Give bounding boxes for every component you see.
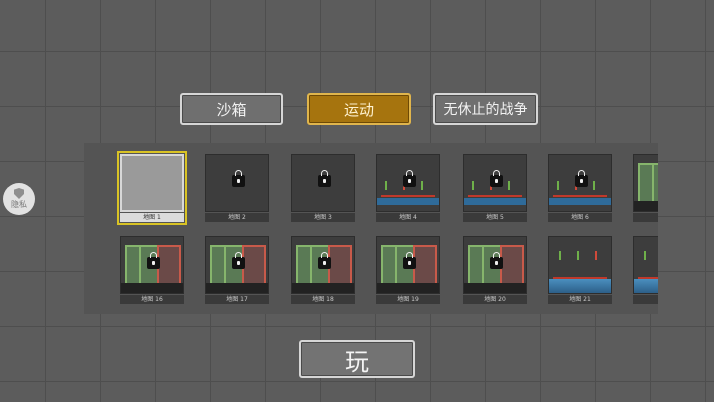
marker-post <box>559 251 561 260</box>
ground <box>121 283 183 293</box>
lock-icon <box>318 170 331 187</box>
level-label: 地图 18 <box>291 295 355 304</box>
ground <box>464 283 526 293</box>
level-tile[interactable]: 地图 1 <box>117 151 187 225</box>
ground <box>206 283 268 293</box>
level-tile[interactable]: 地图 5 <box>461 152 529 224</box>
level-thumbnail <box>376 154 440 212</box>
level-tile[interactable]: 地图 21 <box>546 234 614 306</box>
level-label: 地图 20 <box>463 295 527 304</box>
ground <box>634 201 658 211</box>
level-label: 地图 4 <box>376 213 440 222</box>
level-label <box>633 295 658 304</box>
level-tile[interactable]: 地图 19 <box>374 234 442 306</box>
level-thumbnail <box>205 236 269 294</box>
sea <box>634 279 658 293</box>
pool-rail <box>381 195 435 197</box>
level-label: 地图 21 <box>548 295 612 304</box>
tab-sandbox[interactable]: 沙箱 <box>180 93 283 125</box>
level-thumbnail <box>291 154 355 212</box>
level-thumbnail <box>120 154 184 212</box>
level-label: 地图 17 <box>205 295 269 304</box>
level-tile[interactable]: 地图 16 <box>118 234 186 306</box>
level-label: 地图 5 <box>463 213 527 222</box>
goal-post <box>508 181 510 190</box>
level-tile[interactable]: 地图 3 <box>289 152 357 224</box>
marker-post <box>577 251 579 260</box>
level-label: 地图 19 <box>376 295 440 304</box>
level-thumbnail <box>205 154 269 212</box>
level-tile[interactable] <box>631 234 658 306</box>
level-label <box>633 213 658 222</box>
green-fort <box>652 163 658 203</box>
tab-endless-war[interactable]: 无休止的战争 <box>433 93 538 125</box>
ground <box>292 283 354 293</box>
lock-icon <box>490 252 503 269</box>
red-fort <box>242 245 266 285</box>
red-fort <box>500 245 524 285</box>
level-tile[interactable]: 地图 17 <box>203 234 271 306</box>
lock-icon <box>490 170 503 187</box>
level-tile[interactable]: 地图 6 <box>546 152 614 224</box>
sea <box>549 279 611 293</box>
level-label: 地图 2 <box>205 213 269 222</box>
level-label: 地图 16 <box>120 295 184 304</box>
lock-icon <box>232 170 245 187</box>
level-label: 地图 3 <box>291 213 355 222</box>
level-thumbnail <box>291 236 355 294</box>
level-thumbnail <box>376 236 440 294</box>
level-label: 地图 6 <box>548 213 612 222</box>
marker-post <box>595 251 597 260</box>
water <box>464 198 526 205</box>
level-label: 地图 1 <box>120 213 184 222</box>
goal-post <box>421 181 423 190</box>
shield-icon <box>14 188 24 199</box>
goal-post <box>385 181 387 190</box>
level-thumbnail <box>463 236 527 294</box>
level-thumbnail <box>633 236 658 294</box>
lock-icon <box>147 252 160 269</box>
tab-sports[interactable]: 运动 <box>307 93 411 125</box>
lock-icon <box>232 252 245 269</box>
level-thumbnail <box>548 154 612 212</box>
pool-rail <box>468 195 522 197</box>
lock-icon <box>403 252 416 269</box>
lock-icon <box>318 252 331 269</box>
red-fort <box>157 245 181 285</box>
level-grid: 地图 1 地图 2 地图 3 地图 4 地图 5 地图 6 地图 16 地图 17 地图 18 地… <box>84 143 658 314</box>
privacy-button[interactable]: 隐私 <box>3 183 35 215</box>
red-fort <box>328 245 352 285</box>
level-thumbnail <box>633 154 658 212</box>
lock-icon <box>575 170 588 187</box>
lock-icon <box>403 170 416 187</box>
level-thumbnail <box>120 236 184 294</box>
level-thumbnail <box>463 154 527 212</box>
goal-post <box>472 181 474 190</box>
level-tile[interactable]: 地图 2 <box>203 152 271 224</box>
pool-rail <box>553 195 607 197</box>
water <box>549 198 611 205</box>
play-button[interactable]: 玩 <box>299 340 415 378</box>
red-fort <box>413 245 437 285</box>
level-thumbnail <box>548 236 612 294</box>
privacy-label: 隐私 <box>11 200 27 209</box>
level-tile[interactable]: 地图 4 <box>374 152 442 224</box>
water <box>377 198 439 205</box>
level-tile[interactable]: 地图 20 <box>461 234 529 306</box>
marker-post <box>644 251 646 260</box>
ground <box>377 283 439 293</box>
level-tile[interactable] <box>631 152 658 224</box>
goal-post <box>593 181 595 190</box>
goal-post <box>557 181 559 190</box>
level-tile[interactable]: 地图 18 <box>289 234 357 306</box>
